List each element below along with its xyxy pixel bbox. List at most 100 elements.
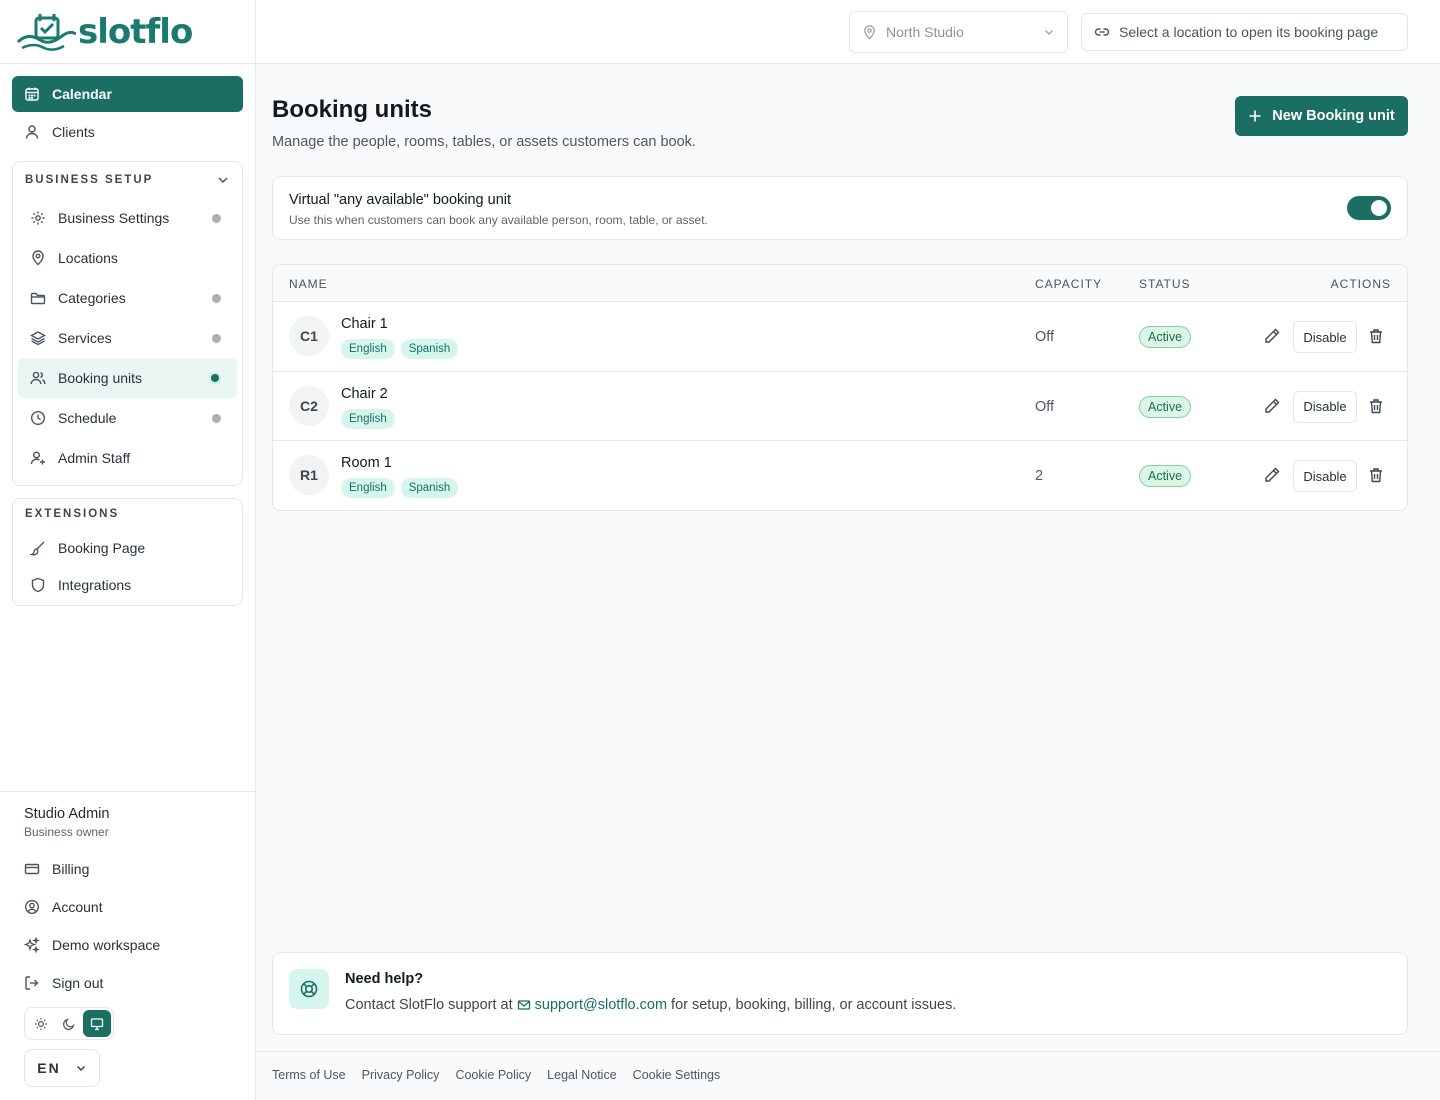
footer-link-legal-notice[interactable]: Legal Notice	[547, 1068, 617, 1082]
column-header-status[interactable]: STATUS	[1139, 277, 1191, 291]
virtual-unit-toggle[interactable]	[1347, 196, 1391, 220]
lifebuoy-icon	[289, 969, 329, 1009]
divider	[0, 63, 256, 64]
footer-link-terms[interactable]: Terms of Use	[272, 1068, 346, 1082]
theme-switch	[24, 1007, 114, 1040]
pencil-icon	[1263, 327, 1283, 345]
plus-icon	[1248, 109, 1262, 123]
topbar: North Studio Select a location to open i…	[256, 0, 1440, 64]
nav-item-billing[interactable]: Billing	[12, 851, 243, 887]
column-header-capacity[interactable]: CAPACITY	[1035, 277, 1102, 291]
sidebar-item-categories[interactable]: Categories	[18, 278, 237, 318]
edit-button[interactable]	[1263, 466, 1283, 486]
user-name: Studio Admin	[24, 806, 110, 822]
theme-light-button[interactable]	[27, 1010, 55, 1037]
nav-item-clients[interactable]: Clients	[12, 114, 243, 150]
unit-name: Chair 1	[341, 316, 388, 332]
unit-name: Chair 2	[341, 385, 388, 402]
sidebar-item-booking-units[interactable]: Booking units	[18, 358, 237, 398]
language-chip: English	[341, 408, 395, 429]
nav-item-calendar[interactable]: Calendar	[12, 76, 243, 112]
status-dot	[212, 413, 221, 423]
unit-name: Room 1	[341, 455, 392, 471]
footer-link-cookie-settings[interactable]: Cookie Settings	[633, 1068, 721, 1082]
nav-item-label: Clients	[52, 124, 95, 140]
sidebar-item-admin-staff[interactable]: Admin Staff	[18, 438, 237, 478]
help-prefix: Contact SlotFlo support at	[345, 997, 513, 1013]
nav-item-account[interactable]: Account	[12, 889, 243, 925]
sidebar-item-booking-page[interactable]: Booking Page	[18, 529, 237, 566]
delete-button[interactable]	[1367, 327, 1387, 347]
pencil-icon	[1263, 397, 1283, 415]
shield-icon	[30, 577, 46, 593]
extensions-group: EXTENSIONS Booking Page Integrations	[12, 498, 243, 606]
gear-icon	[30, 210, 46, 226]
footer-link-cookie-policy[interactable]: Cookie Policy	[455, 1068, 531, 1082]
sidebar-item-business-settings[interactable]: Business Settings	[18, 198, 237, 238]
help-title: Need help?	[345, 971, 424, 987]
table-row[interactable]: C2 Chair 2 English Off Active Disable	[273, 372, 1407, 441]
trash-icon	[1367, 397, 1387, 415]
edit-button[interactable]	[1263, 397, 1283, 417]
sidebar-item-schedule[interactable]: Schedule	[18, 398, 237, 438]
nav-item-demo-workspace[interactable]: Demo workspace	[12, 927, 243, 963]
calendar-icon	[24, 86, 40, 102]
user-plus-icon	[30, 450, 46, 466]
sidebar-item-locations[interactable]: Locations	[18, 238, 237, 278]
users-icon	[30, 370, 46, 386]
support-email: support@slotflo.com	[534, 997, 668, 1013]
chevron-down-icon	[75, 1062, 87, 1074]
status-dot	[212, 333, 221, 343]
folder-icon	[30, 290, 46, 306]
edit-button[interactable]	[1263, 327, 1283, 347]
pencil-icon	[1263, 466, 1283, 484]
help-suffix: for setup, booking, billing, or account …	[671, 997, 957, 1013]
location-select[interactable]: North Studio	[849, 11, 1068, 53]
sidebar-item-label: Integrations	[58, 576, 132, 593]
disable-button[interactable]: Disable	[1293, 390, 1357, 423]
page-title: Booking units	[272, 96, 432, 123]
theme-dark-button[interactable]	[55, 1010, 83, 1037]
brand-name: slotflo	[78, 12, 193, 52]
open-booking-page-button[interactable]: Select a location to open its booking pa…	[1081, 13, 1408, 51]
sidebar-item-services[interactable]: Services	[18, 318, 237, 358]
help-card: Need help? Contact SlotFlo support at su…	[272, 952, 1408, 1035]
status-dot	[209, 372, 221, 384]
disable-button[interactable]: Disable	[1293, 321, 1357, 353]
logo[interactable]: slotflo	[16, 10, 193, 54]
language-chip: English	[341, 478, 395, 498]
brush-icon	[30, 540, 46, 556]
divider	[0, 791, 256, 792]
table-row[interactable]: C1 Chair 1 English Spanish Off Active Di…	[273, 302, 1407, 372]
nav-item-sign-out[interactable]: Sign out	[12, 965, 243, 1001]
business-setup-toggle[interactable]: BUSINESS SETUP	[13, 162, 242, 198]
disable-button[interactable]: Disable	[1293, 460, 1357, 492]
sidebar-item-label: Categories	[58, 290, 126, 306]
sidebar-item-label: Booking units	[58, 370, 143, 386]
table-row[interactable]: R1 Room 1 English Spanish 2 Active Disab…	[273, 441, 1407, 510]
avatar: C2	[289, 385, 329, 426]
theme-system-button[interactable]	[83, 1010, 111, 1037]
group-heading: EXTENSIONS	[25, 508, 120, 520]
sidebar-item-label: Booking Page	[58, 539, 146, 556]
nav-item-label: Demo workspace	[52, 937, 161, 953]
extensions-heading: EXTENSIONS	[13, 499, 242, 529]
business-setup-group: BUSINESS SETUP Business Settings Locatio…	[12, 161, 243, 486]
sun-icon	[34, 1017, 48, 1031]
toggle-knob	[1371, 200, 1387, 216]
delete-button[interactable]	[1367, 466, 1387, 486]
moon-icon	[62, 1017, 76, 1031]
new-booking-unit-button[interactable]: New Booking unit	[1235, 96, 1408, 136]
sidebar-item-label: Business Settings	[58, 210, 170, 226]
mail-icon	[517, 998, 531, 1012]
delete-button[interactable]	[1367, 397, 1387, 417]
sidebar-item-integrations[interactable]: Integrations	[18, 566, 237, 603]
sidebar-item-label: Locations	[58, 250, 118, 266]
primary-nav: Calendar Clients	[12, 76, 243, 150]
virtual-unit-description: Use this when customers can book any ava…	[289, 213, 708, 227]
footer-link-privacy[interactable]: Privacy Policy	[362, 1068, 440, 1082]
language-select[interactable]: EN	[24, 1049, 100, 1087]
trash-icon	[1367, 327, 1387, 345]
column-header-name[interactable]: NAME	[289, 277, 328, 291]
support-email-link[interactable]: support@slotflo.com	[517, 997, 667, 1013]
